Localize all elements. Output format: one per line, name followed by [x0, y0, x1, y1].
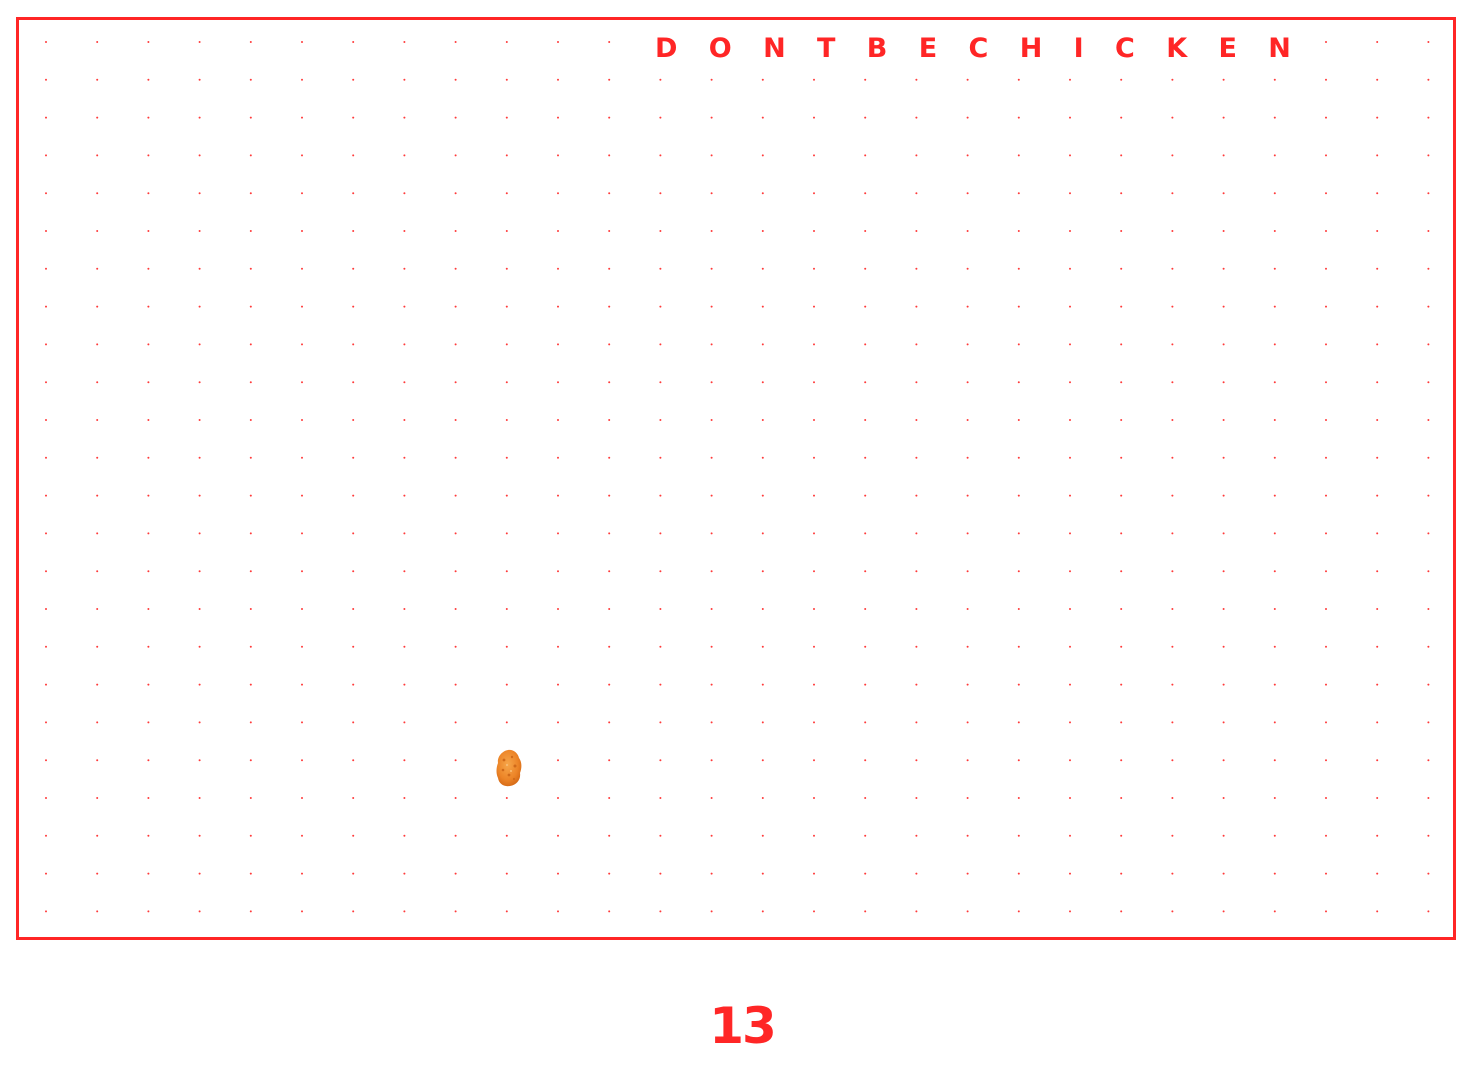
chicken-nugget-icon[interactable] — [494, 748, 524, 788]
title-letter: E — [1218, 33, 1237, 64]
title-letter: E — [918, 33, 938, 64]
title-letter: C — [1115, 33, 1135, 64]
score-counter: 13 — [709, 997, 777, 1055]
title-letter: K — [1166, 33, 1188, 64]
game-board[interactable]: DONTBECHICKEN — [16, 17, 1456, 940]
title-letter: T — [817, 33, 836, 64]
game-title: DONTBECHICKEN — [649, 34, 1297, 64]
title-letter: N — [1268, 33, 1291, 64]
title-letter: C — [968, 33, 989, 64]
title-letter: I — [1073, 33, 1084, 64]
title-letter: O — [708, 33, 732, 64]
title-letter: N — [763, 33, 786, 64]
title-letter: H — [1019, 33, 1043, 64]
dot-grid — [45, 41, 1430, 913]
title-letter: B — [866, 33, 888, 64]
title-letter: D — [655, 33, 678, 64]
